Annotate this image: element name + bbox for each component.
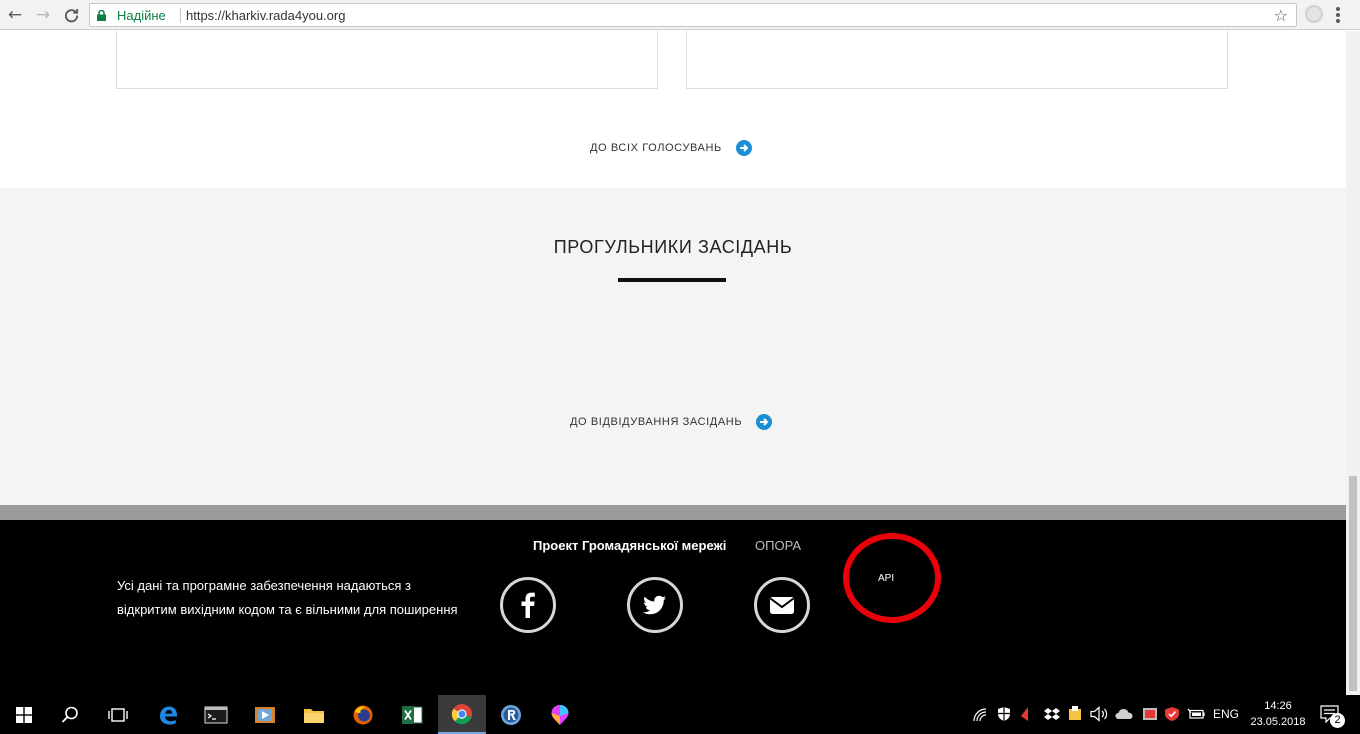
twitter-icon (643, 595, 666, 615)
vote-card[interactable] (686, 31, 1228, 89)
search-icon (61, 706, 78, 723)
notification-count: 2 (1330, 713, 1345, 728)
page-scrollbar[interactable] (1346, 31, 1360, 695)
attendance-link[interactable]: ДО ВІДВІДУВАННЯ ЗАСІДАНЬ (570, 414, 773, 430)
dropbox-icon[interactable] (1044, 707, 1060, 721)
url-text[interactable]: https://kharkiv.rada4you.org (186, 8, 345, 23)
antivirus-icon[interactable] (1018, 706, 1032, 722)
email-button[interactable] (754, 577, 810, 633)
taskbar-clock[interactable]: 14:26 23.05.2018 (1246, 698, 1310, 730)
console-icon (204, 705, 228, 724)
taskbar-media-player[interactable] (241, 695, 289, 734)
app-tray-icon[interactable] (1142, 706, 1158, 722)
taskbar-chrome[interactable] (438, 695, 486, 734)
address-bar[interactable]: Надійне https://kharkiv.rada4you.org ☆ (89, 3, 1297, 27)
footer-description-line1: Усі дані та програмне забезпечення надаю… (117, 578, 411, 593)
site-footer: Проект Громадянської мережі ОПОРА Усі да… (0, 520, 1346, 695)
battery-icon[interactable] (1187, 707, 1205, 721)
vote-card[interactable] (116, 31, 658, 89)
votes-section: ДО ВСІХ ГОЛОСУВАНЬ (0, 31, 1346, 188)
scrollbar-thumb[interactable] (1349, 476, 1357, 691)
volume-icon[interactable] (1090, 706, 1108, 722)
taskbar-edge[interactable] (144, 695, 192, 734)
clock-date: 23.05.2018 (1250, 716, 1306, 728)
truants-section: ПРОГУЛЬНИКИ ЗАСІДАНЬ ДО ВІДВІДУВАННЯ ЗАС… (0, 188, 1346, 505)
twitter-button[interactable] (627, 577, 683, 633)
windows-logo-icon (16, 706, 32, 723)
project-text: Проект Громадянської мережі (533, 538, 727, 553)
forward-arrow-icon[interactable]: → (33, 5, 53, 25)
media-player-icon (255, 706, 275, 723)
reload-icon[interactable] (61, 5, 81, 25)
action-center-button[interactable]: 2 (1320, 705, 1346, 728)
facebook-icon (521, 592, 535, 618)
taskbar-file-explorer[interactable] (290, 695, 338, 734)
lock-icon (97, 10, 106, 21)
title-underline (618, 278, 726, 282)
start-button[interactable] (0, 695, 48, 734)
taskbar-paint[interactable] (536, 695, 584, 734)
truants-title: ПРОГУЛЬНИКИ ЗАСІДАНЬ (553, 237, 793, 257)
folder-icon (304, 708, 324, 723)
task-view-icon (108, 707, 128, 722)
firefox-icon (353, 705, 373, 724)
clock-time: 14:26 (1264, 700, 1292, 712)
language-indicator[interactable]: ENG (1213, 707, 1239, 721)
taskbar-r-app[interactable] (487, 695, 535, 734)
envelope-icon (769, 597, 795, 614)
usb-device-icon[interactable] (1067, 705, 1083, 721)
arrow-circle-right-icon (756, 414, 773, 430)
attendance-label: ДО ВІДВІДУВАННЯ ЗАСІДАНЬ (570, 416, 743, 428)
windows-taskbar: ENG 14:26 23.05.2018 2 (0, 695, 1360, 734)
footer-description-line2: відкритим вихідним кодом та є вільними д… (117, 602, 458, 617)
paint-3d-icon (551, 704, 569, 725)
page-viewport: ДО ВСІХ ГОЛОСУВАНЬ ПРОГУЛЬНИКИ ЗАСІДАНЬ … (0, 31, 1346, 695)
taskbar-excel[interactable] (388, 695, 436, 734)
extension-icon[interactable] (1305, 5, 1323, 23)
edge-icon (160, 706, 177, 725)
bookmark-star-icon[interactable]: ☆ (1274, 6, 1288, 25)
task-view-button[interactable] (94, 695, 142, 734)
excel-icon (402, 705, 423, 724)
arrow-circle-right-icon (735, 140, 752, 156)
screen: ← → Надійне https://kharkiv.rada4you.org… (0, 0, 1360, 734)
wifi-icon[interactable] (973, 708, 989, 722)
section-divider (0, 505, 1346, 520)
facebook-button[interactable] (500, 577, 556, 633)
all-votes-label: ДО ВСІХ ГОЛОСУВАНЬ (590, 142, 722, 154)
shield-badge-icon[interactable] (1164, 706, 1180, 722)
taskbar-firefox[interactable] (339, 695, 387, 734)
search-button[interactable] (46, 695, 94, 734)
browser-menu-icon[interactable] (1336, 7, 1340, 23)
highlight-circle (843, 533, 941, 623)
secure-label: Надійне (117, 8, 166, 23)
onedrive-icon[interactable] (1115, 708, 1133, 720)
all-votes-link[interactable]: ДО ВСІХ ГОЛОСУВАНЬ (590, 140, 752, 156)
address-separator (180, 8, 181, 23)
back-arrow-icon[interactable]: ← (5, 5, 25, 25)
browser-toolbar: ← → Надійне https://kharkiv.rada4you.org… (0, 0, 1360, 30)
chrome-icon (451, 703, 472, 724)
r-language-icon (501, 704, 521, 725)
defender-shield-icon[interactable] (997, 706, 1011, 722)
opora-link[interactable]: ОПОРА (755, 538, 801, 553)
taskbar-cmd[interactable] (192, 695, 240, 734)
